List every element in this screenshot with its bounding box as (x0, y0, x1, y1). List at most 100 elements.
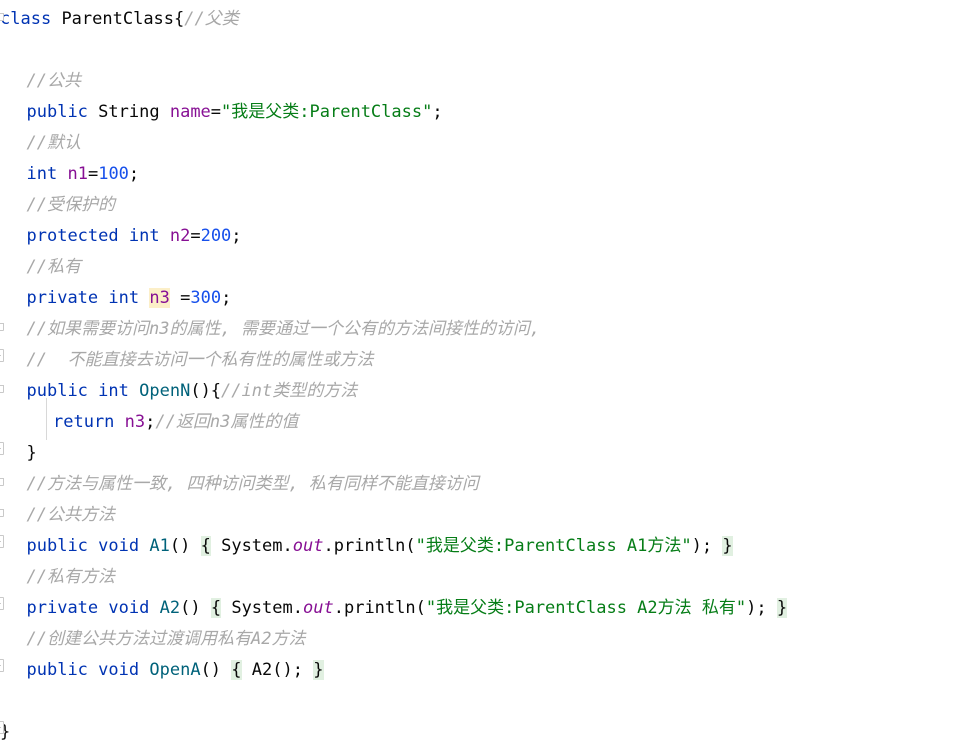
code-token-method: OpenN (139, 381, 191, 401)
code-line[interactable]: public void A1() { System.out.println("我… (27, 531, 733, 562)
fold-region-method-icon[interactable] (0, 597, 4, 610)
code-line[interactable]: return n3;//返回n3属性的值 (53, 407, 298, 438)
code-token-punct: ); (691, 536, 713, 556)
code-token-punct: ( (405, 536, 416, 556)
fold-region-comment-icon[interactable] (0, 473, 4, 486)
code-line[interactable]: //创建公共方法过渡调用私有A2方法 (27, 624, 306, 655)
code-token-plain: ParentClass (61, 9, 175, 29)
code-token-plain: A2 (251, 660, 273, 680)
fold-region-class-end-icon[interactable] (0, 721, 4, 734)
code-token-kw: void (98, 536, 140, 556)
code-token-punct: = (169, 288, 191, 308)
code-line[interactable]: } (27, 438, 37, 469)
code-token-punct: () (200, 660, 222, 680)
code-token-punct: ; (432, 102, 443, 122)
code-token-kw: public (26, 660, 88, 680)
code-token-kw: protected (26, 226, 119, 246)
fold-region-method-icon[interactable] (0, 535, 4, 548)
fold-region-comment-icon[interactable] (0, 318, 4, 331)
code-token-punct: = (210, 102, 222, 122)
code-token-comment: //创建公共方法过渡调用私有A2方法 (26, 629, 306, 649)
code-token-method: A1 (149, 536, 170, 556)
code-token-comment: //公共方法 (26, 505, 115, 525)
code-line[interactable]: protected int n2=200; (27, 221, 242, 252)
code-line[interactable]: //私有方法 (27, 562, 115, 593)
code-token-kw: return (53, 412, 115, 432)
code-token-punct: . (323, 536, 334, 556)
code-token-str: "我是父类:ParentClass" (221, 102, 433, 122)
code-token-punct: = (190, 226, 201, 246)
code-token-static: out (303, 598, 334, 618)
code-line[interactable]: //如果需要访问n3的属性, 需要通过一个公有的方法间接性的访问, (27, 314, 541, 345)
code-token-kw: int (98, 381, 129, 401)
code-token-comment: //如果需要访问n3的属性, 需要通过一个公有的方法间接性的访问, (26, 319, 541, 339)
code-token-comment: //受保护的 (26, 195, 115, 215)
code-token-punct: { (231, 660, 242, 680)
collapse-dash-icon (0, 541, 1, 542)
code-line[interactable]: private int n3 =300; (26, 283, 231, 314)
code-editor[interactable]: class ParentClass{//父类 //公共 public String … (0, 0, 973, 749)
code-token-punct: ; (145, 412, 156, 432)
code-line[interactable]: //公共 (27, 66, 81, 97)
fold-region-comment-icon[interactable] (0, 504, 4, 517)
code-line[interactable]: //受保护的 (27, 190, 115, 221)
code-token-punct: . (333, 598, 344, 618)
code-token-punct: () (180, 598, 201, 618)
code-token-punct: } (776, 598, 788, 618)
code-token-kw: public (26, 102, 88, 122)
code-line[interactable]: class ParentClass{//父类 (0, 4, 239, 35)
code-line[interactable]: private void A2() { System.out.println("… (27, 593, 788, 624)
code-token-punct: = (87, 164, 99, 184)
fold-region-class-icon[interactable] (0, 8, 4, 21)
code-line[interactable]: //私有 (27, 252, 81, 283)
code-token-comment: //父类 (184, 9, 239, 29)
fold-region-method-icon[interactable] (0, 380, 4, 393)
code-line[interactable]: //默认 (27, 128, 81, 159)
code-token-punct: { (174, 9, 185, 29)
code-token-field: n3 (124, 412, 146, 432)
code-token-punct: . (292, 598, 303, 618)
code-token-kw: void (108, 598, 150, 618)
code-token-num: 200 (200, 226, 232, 246)
code-token-method: OpenA (149, 660, 201, 680)
code-token-num: 300 (190, 288, 222, 308)
code-line[interactable]: // 不能直接去访问一个私有性的属性或方法 (27, 345, 374, 376)
code-token-comment: //返回n3属性的值 (155, 412, 299, 432)
code-content[interactable]: class ParentClass{//父类 //公共 public String … (0, 0, 973, 749)
code-token-kw: void (98, 660, 140, 680)
fold-region-method-icon[interactable] (0, 659, 4, 672)
fold-region-brace-icon[interactable] (0, 442, 4, 455)
code-token-field: n1 (67, 164, 88, 184)
collapse-dash-icon (0, 355, 1, 356)
code-token-kw: private (26, 598, 99, 618)
code-line[interactable]: //公共方法 (27, 500, 115, 531)
fold-region-comment-icon[interactable] (0, 349, 4, 362)
code-line[interactable]: public String name="我是父类:ParentClass"; (27, 97, 443, 128)
code-token-punct: ( (415, 598, 426, 618)
code-token-punct: () (169, 536, 191, 556)
editor-gutter[interactable] (0, 0, 14, 749)
code-token-kw: public (26, 381, 88, 401)
code-line[interactable]: int n1=100; (27, 159, 140, 190)
collapse-dash-icon (0, 665, 1, 666)
code-line[interactable]: //方法与属性一致, 四种访问类型, 私有同样不能直接访问 (27, 469, 479, 500)
code-line[interactable]: public void OpenA() { A2(); } (27, 655, 324, 686)
collapse-dash-icon (0, 727, 1, 728)
code-token-field: name (169, 102, 211, 122)
code-line[interactable]: public int OpenN(){//int类型的方法 (27, 376, 358, 407)
code-token-kw: private (26, 288, 99, 308)
